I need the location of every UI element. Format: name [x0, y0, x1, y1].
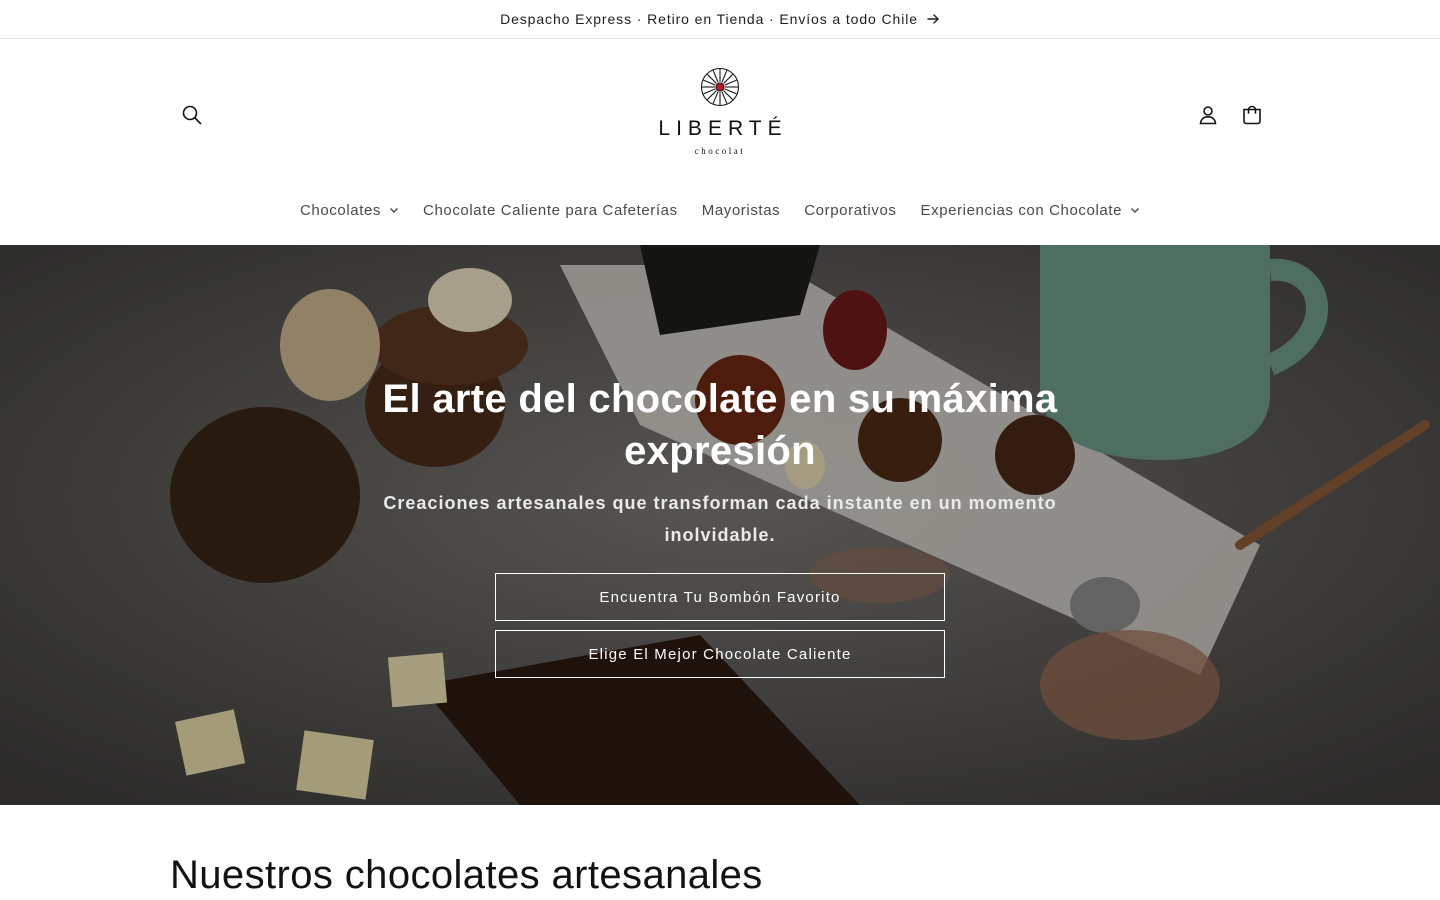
- logo-subtitle: chocolat: [694, 146, 746, 156]
- hero-banner: El arte del chocolate en su máxima expre…: [0, 245, 1440, 805]
- find-bonbon-button[interactable]: Encuentra Tu Bombón Favorito: [495, 573, 945, 621]
- arrow-right-icon: [927, 14, 939, 24]
- search-button[interactable]: [170, 93, 214, 137]
- nav-item-label: Corporativos: [804, 201, 897, 219]
- nav-item-label: Chocolates: [299, 201, 382, 219]
- main-navigation: Chocolates Chocolate Caliente para Cafet…: [0, 190, 1440, 230]
- section-title: Nuestros chocolates artesanales: [170, 853, 763, 897]
- chevron-down-icon: [1131, 208, 1140, 213]
- site-logo[interactable]: LIBERTÉ chocolat: [630, 65, 810, 165]
- hero-subtitle: Creaciones artesanales que transforman c…: [383, 493, 1057, 545]
- nav-item-corporativos[interactable]: Corporativos: [792, 190, 908, 230]
- chevron-down-icon: [390, 208, 399, 213]
- nav-item-experiencias[interactable]: Experiencias con Chocolate: [908, 190, 1152, 230]
- nav-item-label: Chocolate Caliente para Cafeterías: [423, 201, 678, 219]
- cart-button[interactable]: [1230, 93, 1274, 137]
- announcement-link[interactable]: Despacho Express · Retiro en Tienda · En…: [500, 11, 940, 27]
- cart-icon: [1243, 105, 1261, 125]
- logo-wordmark: LIBERTÉ: [658, 117, 788, 140]
- nav-item-mayoristas[interactable]: Mayoristas: [690, 190, 793, 230]
- announcement-text: Despacho Express · Retiro en Tienda · En…: [500, 11, 918, 27]
- nav-item-label: Experiencias con Chocolate: [920, 201, 1123, 219]
- account-button[interactable]: [1186, 93, 1230, 137]
- logo-flower-icon: [700, 67, 740, 107]
- nav-item-chocolate-caliente[interactable]: Chocolate Caliente para Cafeterías: [411, 190, 690, 230]
- hero-title: El arte del chocolate en su máxima expre…: [382, 377, 1058, 473]
- announcement-bar: Despacho Express · Retiro en Tienda · En…: [0, 0, 1440, 39]
- account-icon: [1199, 106, 1217, 125]
- site-header: LIBERTÉ chocolat Chocolates Chocolate Ca…: [0, 39, 1440, 245]
- search-icon: [182, 105, 202, 125]
- choose-hot-chocolate-button[interactable]: Elige El Mejor Chocolate Caliente: [495, 630, 945, 678]
- nav-item-label: Mayoristas: [701, 201, 781, 219]
- hero-content: El arte del chocolate en su máxima expre…: [370, 373, 1070, 678]
- nav-item-chocolates[interactable]: Chocolates: [288, 190, 411, 230]
